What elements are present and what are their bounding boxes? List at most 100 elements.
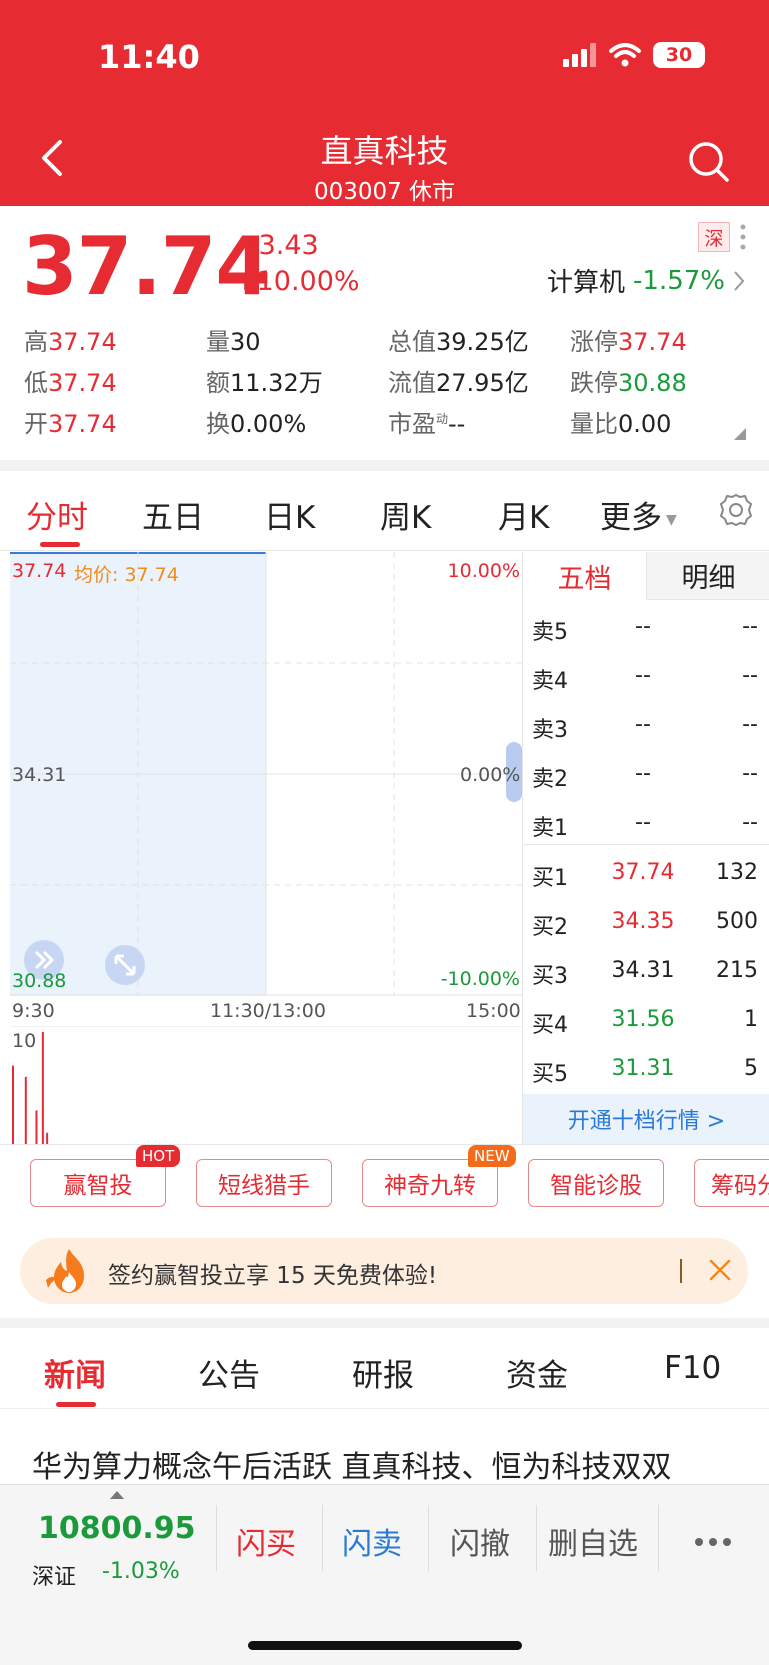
fullscreen-icon[interactable] (105, 945, 145, 985)
gear-icon[interactable] (718, 492, 754, 528)
promo-separator (680, 1259, 682, 1283)
separator (658, 1505, 659, 1571)
flash-sell-button[interactable]: 闪卖 (342, 1519, 402, 1563)
separator (536, 1505, 537, 1571)
chart-tabs: 分时 五日 日K 周K 月K 更多 ▼ (0, 472, 769, 550)
index-pct: -1.03% (102, 1559, 180, 1584)
more-options-icon[interactable] (694, 1537, 732, 1547)
search-icon[interactable] (685, 138, 731, 184)
upgrade-level10-link[interactable]: 开通十档行情 > (523, 1094, 769, 1144)
active-tab-indicator (56, 1402, 96, 1407)
promo-banner[interactable]: 签约赢智投立享 15 天免费体验! (20, 1238, 748, 1304)
separator (428, 1505, 429, 1571)
stock-name: 直真科技 (320, 132, 449, 170)
ask-row: 卖5 -- -- (532, 614, 758, 645)
stat-low: 低37.74 (24, 369, 117, 397)
bid-row: 买2 34.35 500 (532, 909, 758, 940)
separator (216, 1505, 217, 1571)
tab-monthly-k[interactable]: 月K (498, 492, 549, 537)
more-dots-icon[interactable] (740, 224, 746, 250)
promo-text: 签约赢智投立享 15 天免费体验! (108, 1263, 438, 1289)
stat-limit-up: 涨停37.74 (570, 328, 687, 356)
bid-row: 买5 31.31 5 (532, 1056, 758, 1087)
price-change: +3.43 (236, 230, 319, 261)
active-tab-indicator (40, 542, 80, 547)
tab-weekly-k[interactable]: 周K (380, 492, 431, 537)
stat-pe: 市盈动-- (388, 410, 466, 438)
order-book-divider (523, 844, 769, 845)
stat-open: 开37.74 (24, 410, 117, 438)
close-icon[interactable] (708, 1258, 732, 1282)
sector-name: 计算机 (547, 268, 626, 298)
intraday-chart[interactable] (10, 552, 522, 996)
ask-row: 卖3 -- -- (532, 712, 758, 743)
fire-icon (46, 1249, 84, 1293)
sector-link[interactable]: 计算机 -1.57% (547, 262, 745, 299)
chart-bottom-pct: -10.00% (440, 968, 520, 990)
volume-bar (24, 1076, 27, 1144)
home-indicator (248, 1641, 522, 1650)
volume-bar (12, 1065, 14, 1144)
sector-pct: -1.57% (633, 265, 725, 296)
stat-turnover: 换0.00% (206, 410, 307, 438)
feature-button[interactable]: 筹码分 (694, 1159, 769, 1207)
order-book-tabs: 五档 明细 (523, 552, 769, 600)
tabs-divider (0, 1408, 769, 1409)
stat-market-cap: 总值39.25亿 (388, 328, 529, 356)
stat-volume-ratio: 量比0.00 (570, 410, 672, 438)
new-badge: NEW (468, 1145, 516, 1167)
chart-top-pct: 10.00% (447, 560, 520, 582)
wifi-icon (609, 43, 641, 67)
feature-button[interactable]: 智能诊股 (528, 1159, 664, 1207)
feature-buttons: 赢智投 HOT 短线猎手 神奇九转 NEW 智能诊股 筹码分 (0, 1144, 769, 1222)
tab-tick-detail[interactable]: 明细 (647, 552, 769, 600)
stat-volume: 量30 (206, 328, 261, 356)
header: 11:40 30 直真科技 003007 休市 (0, 0, 769, 206)
flash-cancel-button[interactable]: 闪撤 (450, 1519, 510, 1563)
chevron-down-icon: ▼ (666, 511, 677, 528)
tab-research[interactable]: 研报 (352, 1350, 414, 1395)
tabs-divider (0, 550, 769, 551)
tab-five-levels[interactable]: 五档 (523, 552, 647, 600)
bottom-bar: 10800.95 深证 -1.03% 闪买 闪卖 闪撤 删自选 (0, 1484, 769, 1665)
section-divider (0, 1318, 769, 1328)
chevron-right-icon (734, 270, 745, 291)
stat-float-cap: 流值27.95亿 (388, 369, 529, 397)
bid-row: 买3 34.31 215 (532, 958, 758, 989)
chart-mid-pct: 0.00% (460, 764, 521, 786)
stock-detail-page: 11:40 30 直真科技 003007 休市 37.74 +3.43 +10.… (0, 0, 769, 1665)
tab-intraday[interactable]: 分时 (26, 492, 88, 537)
bid-row: 买4 31.56 1 (532, 1007, 758, 1038)
time-start: 9:30 (12, 1000, 55, 1022)
caret-up-icon[interactable] (110, 1491, 124, 1499)
index-name: 深证 (32, 1565, 77, 1590)
chart-top-price: 37.74 (12, 560, 67, 582)
news-headline[interactable]: 华为算力概念午后活跃 直真科技、恒为科技双双 (32, 1442, 752, 1486)
index-value[interactable]: 10800.95 (38, 1511, 196, 1546)
stat-high: 高37.74 (24, 328, 117, 356)
status-icons: 30 (563, 42, 705, 68)
time-mid: 11:30/13:00 (210, 1000, 326, 1022)
tab-daily-k[interactable]: 日K (264, 492, 315, 537)
tab-capital-flow[interactable]: 资金 (506, 1350, 568, 1395)
tab-news[interactable]: 新闻 (44, 1350, 106, 1395)
remove-watchlist-button[interactable]: 删自选 (548, 1519, 638, 1563)
volume-bar (35, 1110, 38, 1144)
flash-buy-button[interactable]: 闪买 (236, 1519, 296, 1563)
stock-code-status: 003007 休市 (313, 179, 456, 205)
status-time: 11:40 (98, 38, 200, 76)
stat-amount: 额11.32万 (206, 369, 323, 397)
chart-mid-price: 34.31 (12, 764, 67, 786)
tab-f10[interactable]: F10 (664, 1350, 721, 1386)
expand-stats-toggle[interactable] (734, 428, 746, 440)
feature-button[interactable]: 短线猎手 (196, 1159, 332, 1207)
stat-limit-down: 跌停30.88 (570, 369, 687, 397)
separator (322, 1505, 323, 1571)
hot-badge: HOT (136, 1145, 181, 1167)
price-change-pct: +10.00% (234, 266, 360, 297)
tab-five-day[interactable]: 五日 (142, 492, 204, 537)
tab-more[interactable]: 更多 ▼ (600, 492, 677, 537)
tab-announcements[interactable]: 公告 (198, 1350, 260, 1395)
market-tag: 深 (698, 222, 730, 252)
volume-bar (41, 1032, 44, 1144)
